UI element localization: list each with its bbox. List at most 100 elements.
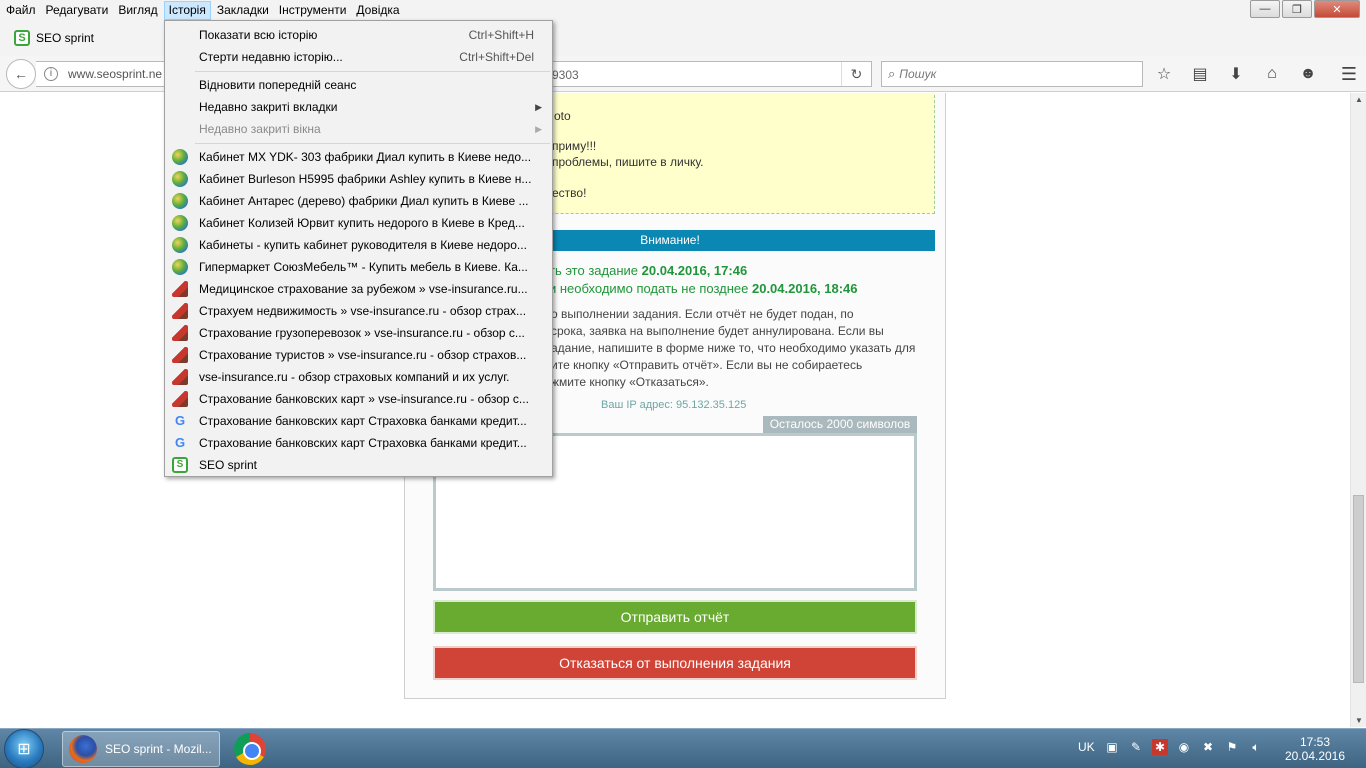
- history-dropdown: Показати всю історію Ctrl+Shift+H Стерти…: [164, 20, 553, 477]
- history-item[interactable]: Страхуем недвижимость » vse-insurance.ru…: [165, 300, 552, 322]
- info-line-1: о выполнении задания. Если отчёт не буде…: [551, 307, 854, 321]
- network-error-icon[interactable]: ✖: [1200, 739, 1216, 755]
- url-text: www.seosprint.ne: [68, 67, 163, 81]
- download-icon[interactable]: ⬇: [1224, 62, 1248, 86]
- tray-pen-icon[interactable]: ✎: [1128, 739, 1144, 755]
- menu-separator: [195, 143, 550, 144]
- recently-closed-tabs[interactable]: Недавно закриті вкладки ▶: [165, 96, 552, 118]
- tray-circle-icon[interactable]: ◉: [1176, 739, 1192, 755]
- history-item[interactable]: Страхование банковских карт » vse-insura…: [165, 388, 552, 410]
- seo-sprint-icon: S: [172, 457, 188, 473]
- seo-sprint-icon: S: [14, 30, 30, 46]
- tab-title: SEO sprint: [36, 31, 95, 45]
- insurance-icon: [172, 325, 188, 341]
- restore-previous-session[interactable]: Відновити попередній сеанс: [165, 74, 552, 96]
- system-tray: ▣ ✎ ✱ ◉ ✖ ⚑ 🔈︎: [1104, 739, 1272, 755]
- history-item[interactable]: vse-insurance.ru - обзор страховых компа…: [165, 366, 552, 388]
- menu-history[interactable]: Історія: [163, 0, 211, 20]
- search-input[interactable]: [899, 67, 1120, 81]
- clock[interactable]: 17:53 20.04.2016: [1282, 735, 1348, 763]
- history-item[interactable]: G Страхование банковских карт Страховка …: [165, 410, 552, 432]
- insurance-icon: [172, 281, 188, 297]
- toolbar-icons: ☆ ▤ ⬇ ⌂ ☻: [1152, 62, 1332, 86]
- scroll-down-icon[interactable]: ▼: [1355, 716, 1363, 725]
- arrow-left-icon: ←: [14, 66, 28, 82]
- globe-icon: [172, 149, 188, 165]
- globe-icon: [172, 193, 188, 209]
- chrome-icon[interactable]: [234, 733, 266, 765]
- windows-logo-icon: ⊞: [17, 741, 31, 758]
- yellow-line-4: ество!: [552, 186, 587, 200]
- close-button[interactable]: ✕: [1314, 0, 1360, 18]
- window-controls: — ❐ ✕: [1248, 0, 1366, 18]
- info-line-4: ите кнопку «Отправить отчёт». Если вы не…: [551, 358, 863, 372]
- menu-view[interactable]: Вигляд: [114, 1, 161, 20]
- menu-edit[interactable]: Редагувати: [42, 1, 113, 20]
- language-indicator[interactable]: UK: [1078, 740, 1095, 754]
- menu-help[interactable]: Довідка: [352, 1, 403, 20]
- clipboard-icon[interactable]: ▤: [1188, 62, 1212, 86]
- history-item[interactable]: Гипермаркет СоюзМебель™ - Купить мебель …: [165, 256, 552, 278]
- info-line-2: срока, заявка на выполнение будет аннули…: [551, 324, 884, 338]
- globe-icon: [172, 237, 188, 253]
- info-icon[interactable]: i: [44, 67, 58, 81]
- history-item[interactable]: Кабинет MX YDK- 303 фабрики Диал купить …: [165, 146, 552, 168]
- info-line-5: жмите кнопку «Отказаться».: [551, 375, 709, 389]
- history-item[interactable]: Кабинет Антарес (дерево) фабрики Диал ку…: [165, 190, 552, 212]
- hamburger-icon: ☰: [1340, 63, 1358, 84]
- char-counter: Осталось 2000 символов: [763, 416, 917, 433]
- ip-address: Ваш IP адрес: 95.132.35.125: [601, 399, 747, 411]
- history-item[interactable]: Кабинет Burleson H5995 фабрики Ashley ку…: [165, 168, 552, 190]
- reload-icon: ↻: [850, 65, 863, 82]
- insurance-icon: [172, 391, 188, 407]
- taskbar: ⊞ SEO sprint - Mozil... UK ▣ ✎ ✱ ◉ ✖ ⚑ 🔈…: [0, 728, 1366, 768]
- flag-icon[interactable]: ⚑: [1224, 739, 1240, 755]
- clock-date: 20.04.2016: [1284, 749, 1346, 763]
- smiley-icon[interactable]: ☻: [1296, 62, 1320, 86]
- deadline-start: ть это задание 20.04.2016, 17:46: [549, 263, 748, 278]
- history-item[interactable]: Кабинет Колизей Юрвит купить недорого в …: [165, 212, 552, 234]
- clock-time: 17:53: [1299, 735, 1331, 749]
- insurance-icon: [172, 303, 188, 319]
- firefox-icon: [69, 735, 97, 763]
- hamburger-menu-button[interactable]: ☰: [1338, 63, 1360, 85]
- scroll-thumb[interactable]: [1353, 495, 1364, 683]
- back-button[interactable]: ←: [6, 59, 36, 89]
- start-button[interactable]: ⊞: [4, 729, 44, 768]
- search-bar[interactable]: ⌕: [881, 61, 1143, 87]
- tab-seo-sprint[interactable]: S SEO sprint: [14, 26, 94, 50]
- recently-closed-windows: Недавно закриті вікна ▶: [199, 122, 542, 136]
- clear-recent-history[interactable]: Стерти недавню історію... Ctrl+Shift+Del: [165, 46, 552, 68]
- scroll-up-icon[interactable]: ▲: [1355, 95, 1363, 104]
- history-item[interactable]: Кабинеты - купить кабинет руководителя в…: [165, 234, 552, 256]
- menu-bookmarks[interactable]: Закладки: [213, 1, 273, 20]
- maximize-button[interactable]: ❐: [1282, 0, 1312, 18]
- history-item[interactable]: Медицинское страхование за рубежом » vse…: [165, 278, 552, 300]
- history-item[interactable]: S SEO sprint: [165, 454, 552, 476]
- minimize-button[interactable]: —: [1250, 0, 1280, 18]
- volume-icon[interactable]: 🔈︎: [1248, 739, 1264, 755]
- yellow-line-1: oto: [554, 109, 571, 123]
- page-scrollbar[interactable]: ▲ ▼: [1350, 93, 1366, 727]
- google-icon: G: [174, 435, 186, 450]
- show-all-history[interactable]: Показати всю історію Ctrl+Shift+H: [165, 24, 552, 46]
- deadline-report: и необходимо подать не позднее 20.04.201…: [549, 281, 858, 296]
- home-icon[interactable]: ⌂: [1260, 62, 1284, 86]
- reload-button[interactable]: ↻: [841, 62, 871, 86]
- history-item[interactable]: G Страхование банковских карт Страховка …: [165, 432, 552, 454]
- google-icon: G: [174, 413, 186, 428]
- star-icon[interactable]: ☆: [1152, 62, 1176, 86]
- taskbar-firefox[interactable]: SEO sprint - Mozil...: [62, 731, 220, 767]
- taskbar-firefox-label: SEO sprint - Mozil...: [105, 742, 212, 756]
- refuse-task-button[interactable]: Отказаться от выполнения задания: [433, 646, 917, 680]
- menu-tools[interactable]: Інструменти: [275, 1, 351, 20]
- tray-app-icon[interactable]: ▣: [1104, 739, 1120, 755]
- globe-icon: [172, 215, 188, 231]
- history-item[interactable]: Страхование грузоперевозок » vse-insuran…: [165, 322, 552, 344]
- menu-file[interactable]: Файл: [2, 1, 40, 20]
- history-item[interactable]: Страхование туристов » vse-insurance.ru …: [165, 344, 552, 366]
- search-icon: ⌕: [888, 66, 896, 81]
- send-report-button[interactable]: Отправить отчёт: [433, 600, 917, 634]
- tray-red-app-icon[interactable]: ✱: [1152, 739, 1168, 755]
- insurance-icon: [172, 369, 188, 385]
